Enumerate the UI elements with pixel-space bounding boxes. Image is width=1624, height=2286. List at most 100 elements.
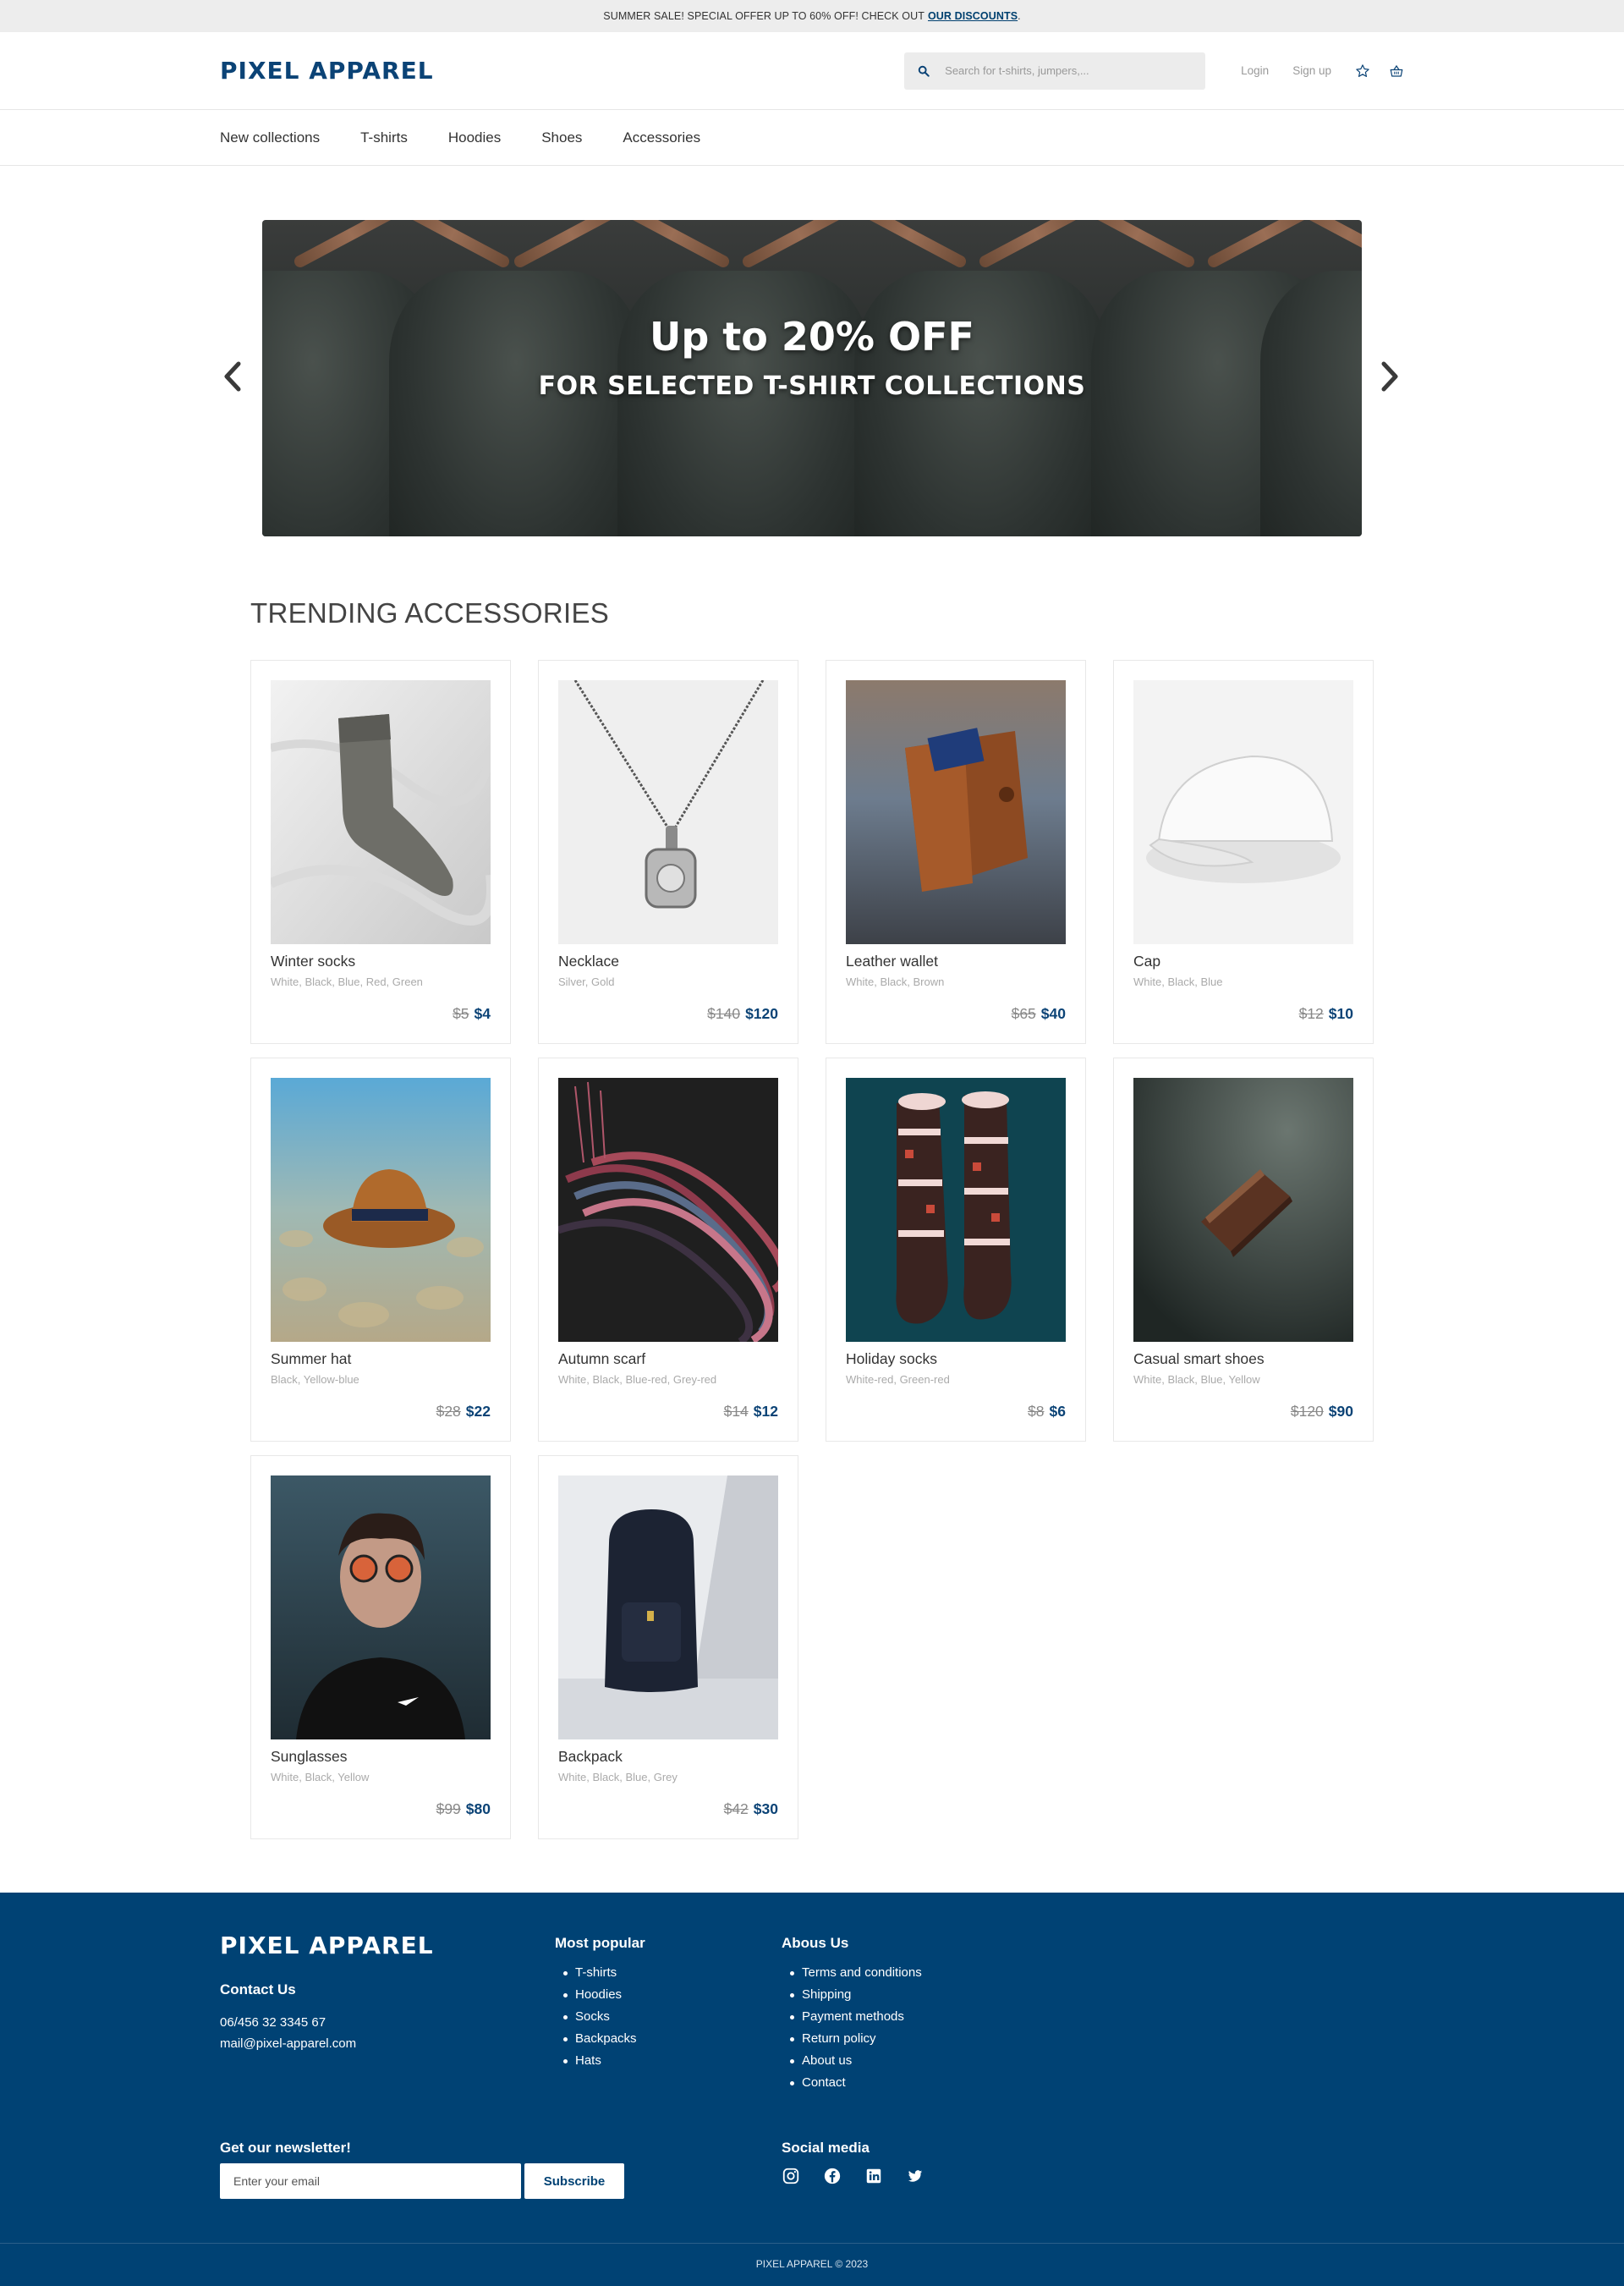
discounts-link[interactable]: OUR DISCOUNTS (928, 10, 1018, 22)
product-card[interactable]: Holiday socks White-red, Green-red $8 $6 (826, 1058, 1086, 1442)
about-link[interactable]: Shipping (782, 1984, 922, 2006)
product-colors: White, Black, Blue, Red, Green (271, 975, 423, 988)
footer-divider (0, 2243, 1624, 2244)
chevron-left-icon[interactable] (220, 355, 245, 398)
search-input[interactable] (945, 64, 1182, 77)
nav-item-new-collections[interactable]: New collections (220, 129, 320, 146)
popular-link[interactable]: T-shirts (555, 1962, 645, 1984)
sale-price: $40 (1040, 1005, 1066, 1022)
product-card[interactable]: Autumn scarf White, Black, Blue-red, Gre… (538, 1058, 798, 1442)
product-image[interactable] (271, 1475, 491, 1739)
old-price: $120 (1290, 1403, 1324, 1420)
product-name[interactable]: Necklace (558, 953, 778, 970)
twitter-icon[interactable] (906, 2167, 924, 2185)
contact-title: Contact Us (220, 1981, 296, 1998)
nav-item-t-shirts[interactable]: T-shirts (360, 129, 408, 146)
product-image[interactable] (846, 1078, 1066, 1342)
product-card[interactable]: Cap White, Black, Blue $12 $10 (1113, 660, 1374, 1044)
nav-item-accessories[interactable]: Accessories (623, 129, 700, 146)
product-card[interactable]: Casual smart shoes White, Black, Blue, Y… (1113, 1058, 1374, 1442)
sale-price: $4 (474, 1005, 491, 1022)
product-card[interactable]: Necklace Silver, Gold $140 $120 (538, 660, 798, 1044)
product-price: $65 $40 (1012, 1005, 1066, 1023)
popular-link[interactable]: Hoodies (555, 1984, 645, 2006)
product-name[interactable]: Sunglasses (271, 1748, 491, 1766)
nav-item-shoes[interactable]: Shoes (541, 129, 582, 146)
product-card[interactable]: Summer hat Black, Yellow-blue $28 $22 (250, 1058, 511, 1442)
main-nav: New collections T-shirts Hoodies Shoes A… (0, 110, 1624, 166)
linkedin-icon[interactable] (864, 2167, 883, 2185)
contact-phone[interactable]: 06/456 32 3345 67 (220, 2015, 356, 2030)
login-link[interactable]: Login (1241, 64, 1269, 77)
signup-link[interactable]: Sign up (1292, 64, 1331, 77)
sale-price: $22 (465, 1403, 491, 1420)
sale-price: $80 (465, 1800, 491, 1817)
product-colors: White, Black, Blue, Grey (558, 1771, 678, 1783)
nav-item-hoodies[interactable]: Hoodies (448, 129, 501, 146)
product-colors: White, Black, Blue, Yellow (1133, 1373, 1260, 1386)
about-link[interactable]: Terms and conditions (782, 1962, 922, 1984)
subscribe-button[interactable]: Subscribe (524, 2163, 624, 2199)
product-image[interactable] (271, 1078, 491, 1342)
product-card[interactable]: Leather wallet White, Black, Brown $65 $4… (826, 660, 1086, 1044)
product-image[interactable] (1133, 680, 1353, 944)
product-price: $28 $22 (436, 1403, 491, 1421)
star-icon[interactable] (1355, 63, 1370, 79)
product-name[interactable]: Summer hat (271, 1350, 491, 1368)
old-price: $8 (1028, 1403, 1045, 1420)
product-card[interactable]: Backpack White, Black, Blue, Grey $42 $30 (538, 1455, 798, 1839)
site-footer: PIXEL APPAREL Contact Us 06/456 32 3345 … (0, 1893, 1624, 2286)
product-image[interactable] (271, 680, 491, 944)
old-price: $28 (436, 1403, 461, 1420)
hero-banner[interactable]: Up to 20% OFF FOR SELECTED T-SHIRT COLLE… (262, 220, 1362, 536)
about-link[interactable]: About us (782, 2050, 922, 2072)
newsletter-email-input[interactable] (220, 2163, 521, 2199)
product-name[interactable]: Leather wallet (846, 953, 1066, 970)
footer-logo[interactable]: PIXEL APPAREL (220, 1932, 434, 1959)
product-colors: White-red, Green-red (846, 1373, 950, 1386)
logo[interactable]: PIXEL APPAREL (220, 57, 434, 85)
hero-carousel: Up to 20% OFF FOR SELECTED T-SHIRT COLLE… (0, 220, 1624, 536)
social-title: Social media (782, 2140, 870, 2156)
popular-link[interactable]: Backpacks (555, 2028, 645, 2050)
chevron-right-icon[interactable] (1377, 355, 1402, 398)
product-image[interactable] (558, 1078, 778, 1342)
search-icon (918, 65, 930, 77)
sale-price: $120 (745, 1005, 778, 1022)
product-card[interactable]: Sunglasses White, Black, Yellow $99 $80 (250, 1455, 511, 1839)
product-image[interactable] (558, 1475, 778, 1739)
contact-section: Contact Us 06/456 32 3345 67 mail@pixel-… (220, 1981, 356, 2051)
old-price: $14 (723, 1403, 749, 1420)
product-image[interactable] (846, 680, 1066, 944)
about-link[interactable]: Contact (782, 2072, 922, 2094)
product-price: $99 $80 (436, 1800, 491, 1818)
instagram-icon[interactable] (782, 2167, 800, 2185)
popular-link[interactable]: Socks (555, 2006, 645, 2028)
product-colors: Black, Yellow-blue (271, 1373, 359, 1386)
product-name[interactable]: Backpack (558, 1748, 778, 1766)
about-title: Abous Us (782, 1935, 849, 1951)
product-colors: White, Black, Brown (846, 975, 945, 988)
product-image[interactable] (558, 680, 778, 944)
product-name[interactable]: Holiday socks (846, 1350, 1066, 1368)
social-section: Social media (782, 2140, 947, 2185)
about-link[interactable]: Return policy (782, 2028, 922, 2050)
basket-icon[interactable] (1389, 63, 1404, 79)
contact-email[interactable]: mail@pixel-apparel.com (220, 2036, 356, 2051)
product-card[interactable]: Winter socks White, Black, Blue, Red, Gr… (250, 660, 511, 1044)
about-link[interactable]: Payment methods (782, 2006, 922, 2028)
product-name[interactable]: Winter socks (271, 953, 491, 970)
product-price: $42 $30 (724, 1800, 778, 1818)
hero-subtitle: FOR SELECTED T-SHIRT COLLECTIONS (538, 371, 1086, 401)
product-price: $8 $6 (1028, 1403, 1066, 1421)
product-name[interactable]: Casual smart shoes (1133, 1350, 1353, 1368)
search-box[interactable] (904, 52, 1206, 90)
promo-tail: . (1018, 10, 1021, 22)
sale-price: $12 (753, 1403, 778, 1420)
product-name[interactable]: Cap (1133, 953, 1353, 970)
product-name[interactable]: Autumn scarf (558, 1350, 778, 1368)
popular-link[interactable]: Hats (555, 2050, 645, 2072)
product-colors: White, Black, Blue-red, Grey-red (558, 1373, 717, 1386)
product-image[interactable] (1133, 1078, 1353, 1342)
facebook-icon[interactable] (823, 2167, 842, 2185)
